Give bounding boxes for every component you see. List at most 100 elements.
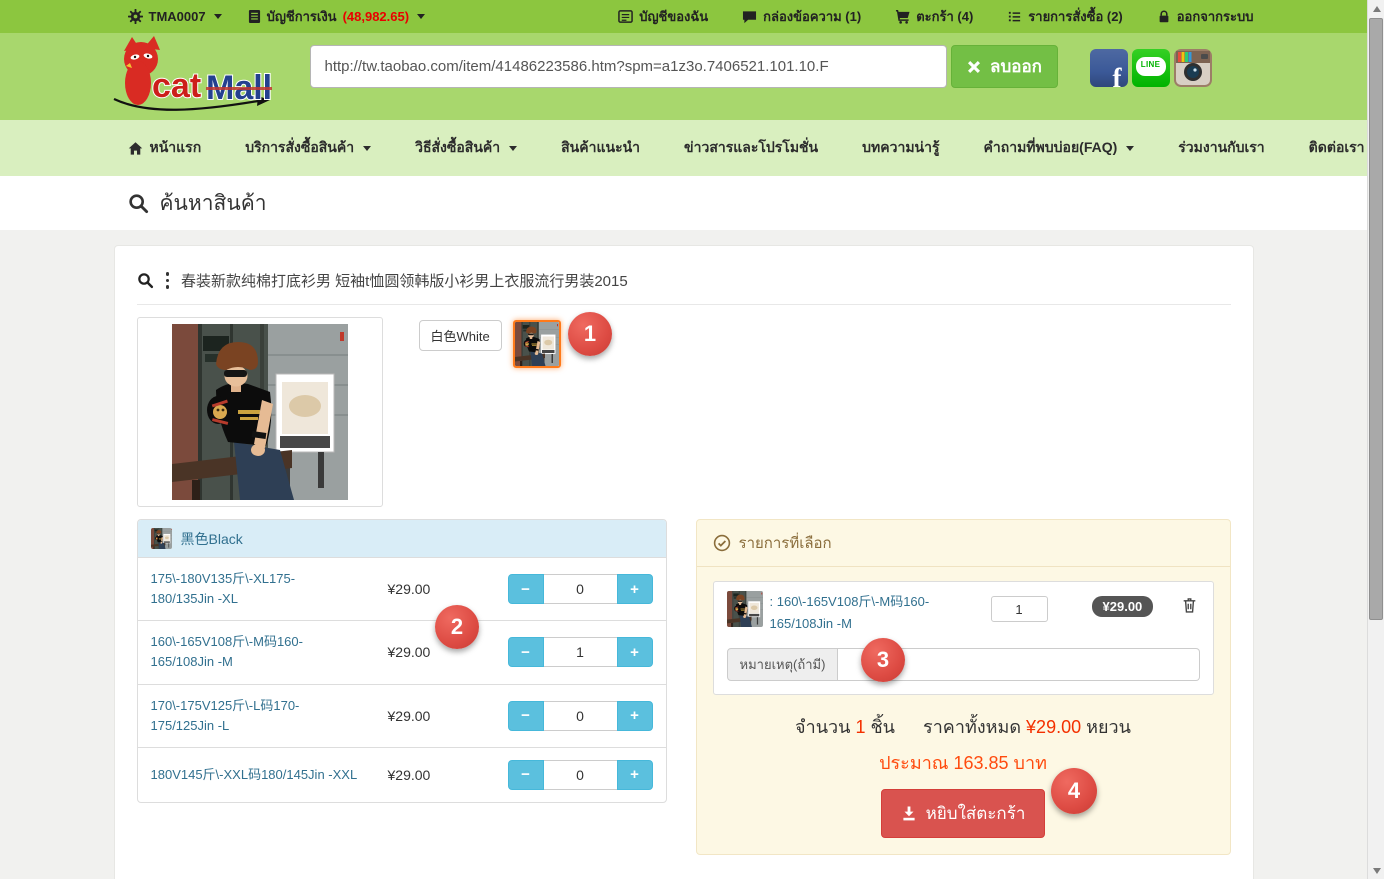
scrollbar-thumb[interactable] [1369, 18, 1383, 620]
product-url-input[interactable] [309, 45, 947, 88]
lock-icon [1159, 10, 1169, 23]
divider [136, 304, 1231, 305]
selected-item-price-badge: ¥29.00 [1091, 596, 1154, 617]
minus-button[interactable]: − [507, 637, 544, 668]
add-to-cart-button[interactable]: หยิบใส่ตะกร้า [880, 789, 1046, 839]
note-field-group: หมายเหตุ(ถ้ามี) [726, 648, 1200, 682]
selected-item-name: : 160\-165V108斤\-M码160-165/108Jin -M [769, 594, 930, 632]
scroll-up-arrow[interactable] [1368, 0, 1384, 17]
gear-icon [127, 9, 143, 24]
order-summary: จำนวน 1 ชิ้น ราคาทั้งหมด ¥29.00 หยวน [795, 717, 1131, 738]
nav-item-order-service[interactable]: บริการสั่งซื้อสินค้า [245, 137, 372, 159]
quantity-stepper: − + [507, 759, 653, 790]
topbar-orders[interactable]: รายการสั่งซื้อ (2) [1007, 6, 1123, 27]
nav-item-recommended[interactable]: สินค้าแนะนำ [561, 137, 640, 159]
selected-panel-title: รายการที่เลือก [738, 535, 832, 552]
topbar-cart[interactable]: ตะกร้า (4) [895, 6, 973, 27]
chevron-down-icon [1126, 145, 1135, 151]
catmall-logo[interactable]: cat Mall [108, 35, 280, 122]
quantity-stepper: − + [507, 637, 653, 668]
social-links: f LINE [1089, 49, 1212, 87]
sku-color-thumbnail [151, 528, 172, 549]
nav-item-contact[interactable]: ติดต่อเรา [1309, 137, 1365, 159]
quantity-input[interactable] [543, 637, 617, 668]
sku-price: ¥29.00 [387, 581, 431, 598]
scroll-down-arrow[interactable] [1368, 862, 1384, 879]
sku-row: 160\-165V108斤\-M码160-165/108Jin -M ¥29.0… [137, 620, 666, 683]
sku-panel: 黑色Black 175\-180V135斤\-XL175-180/135Jin … [136, 519, 667, 803]
color-option-white[interactable]: 白色White [418, 320, 502, 351]
svg-text:cat: cat [152, 67, 201, 105]
check-circle-icon [713, 534, 730, 552]
page-title: ค้นหาสินค้า [159, 191, 267, 215]
sku-row: 170\-175V125斤\-L码170-175/125Jin -L ¥29.0… [137, 683, 666, 747]
nav-item-join-us[interactable]: ร่วมงานกับเรา [1178, 137, 1264, 159]
baht-estimate: ประมาณ 163.85 บาท [879, 753, 1047, 774]
facebook-icon[interactable]: f [1089, 49, 1128, 87]
instagram-icon[interactable] [1173, 49, 1212, 87]
sku-name[interactable]: 180V145斤\-XXL码180/145Jin -XXL [151, 765, 358, 785]
messages-label: กล่องข้อความ (1) [763, 9, 862, 24]
chevron-down-icon [363, 145, 372, 151]
search-section: ค้นหาสินค้า [0, 176, 1367, 230]
quantity-input[interactable] [543, 700, 617, 731]
vertical-dots-icon [165, 272, 169, 289]
order-list-icon [1009, 11, 1021, 22]
finance-label: บัญชีการเงิน [266, 9, 337, 24]
message-icon [743, 10, 757, 23]
plus-button[interactable]: + [616, 637, 653, 668]
line-icon[interactable]: LINE [1131, 49, 1170, 87]
selected-item-qty-input[interactable] [990, 596, 1048, 622]
chevron-down-icon [213, 14, 222, 19]
minus-button[interactable]: − [507, 574, 544, 605]
list-alt-icon [618, 10, 634, 23]
search-icon [137, 273, 153, 289]
minus-button[interactable]: − [507, 759, 544, 790]
plus-button[interactable]: + [616, 700, 653, 731]
plus-button[interactable]: + [616, 759, 653, 790]
selected-item-thumbnail [727, 591, 763, 627]
quantity-input[interactable] [543, 759, 617, 790]
remove-item-button[interactable] [1179, 596, 1200, 617]
topbar-logout[interactable]: ออกจากระบบ [1157, 6, 1254, 27]
logout-label: ออกจากระบบ [1176, 9, 1254, 24]
annotation-step-2: 2 [435, 605, 479, 649]
scrollbar [1367, 0, 1384, 879]
product-image [136, 317, 383, 507]
plus-button[interactable]: + [616, 574, 653, 605]
nav-item-faq[interactable]: คำถามที่พบบ่อย(FAQ) [984, 137, 1135, 159]
content-area: 春装新款纯棉打底衫男 短袖t恤圆领韩版小衫男上衣服流行男装2015 白色Whit… [0, 230, 1367, 879]
my-account-label: บัญชีของฉัน [639, 9, 709, 24]
color-option-black-selected[interactable] [512, 320, 561, 368]
nav-item-home[interactable]: หน้าแรก [128, 137, 201, 159]
sku-panel-header: 黑色Black [137, 520, 666, 557]
topbar-finance-menu[interactable]: บัญชีการเงิน (48,982.65) [248, 6, 426, 27]
sku-color-label: 黑色Black [180, 530, 243, 547]
topbar-my-account[interactable]: บัญชีของฉัน [618, 6, 708, 27]
annotation-step-4: 4 [1051, 768, 1097, 814]
quantity-input[interactable] [543, 574, 617, 605]
delete-url-button[interactable]: ลบออก [950, 45, 1058, 88]
topbar: TMA0007 บัญชีการเงิน (48,982.65) บัญชีขอ… [0, 0, 1367, 33]
sku-row: 180V145斤\-XXL码180/145Jin -XXL ¥29.00 − + [137, 746, 666, 802]
minus-button[interactable]: − [507, 700, 544, 731]
cart-icon [896, 9, 910, 24]
quantity-stepper: − + [507, 700, 653, 731]
sku-row: 175\-180V135斤\-XL175-180/135Jin -XL ¥29.… [137, 557, 666, 620]
x-icon [968, 60, 981, 73]
topbar-user-menu[interactable]: TMA0007 [127, 9, 222, 24]
sku-name[interactable]: 160\-165V108斤\-M码160-165/108Jin -M [151, 632, 358, 672]
annotation-step-1: 1 [568, 312, 612, 356]
product-photo [172, 324, 348, 500]
selected-items-panel: รายการที่เลือก : 160\-165V108斤\-M码160-16… [695, 519, 1231, 856]
sku-name[interactable]: 175\-180V135斤\-XL175-180/135Jin -XL [151, 569, 358, 609]
note-label: หมายเหตุ(ถ้ามี) [726, 648, 839, 682]
summary-total: ¥29.00 [1026, 717, 1082, 738]
cart-label: ตะกร้า (4) [916, 9, 974, 24]
nav-item-how-to-order[interactable]: วิธีสั่งซื้อสินค้า [415, 137, 518, 159]
topbar-messages[interactable]: กล่องข้อความ (1) [742, 6, 861, 27]
sku-price: ¥29.00 [387, 644, 431, 661]
sku-name[interactable]: 170\-175V125斤\-L码170-175/125Jin -L [151, 696, 358, 736]
nav-item-news-promotions[interactable]: ข่าวสารและโปรโมชั่น [684, 137, 818, 159]
nav-item-articles[interactable]: บทความน่ารู้ [862, 137, 939, 159]
